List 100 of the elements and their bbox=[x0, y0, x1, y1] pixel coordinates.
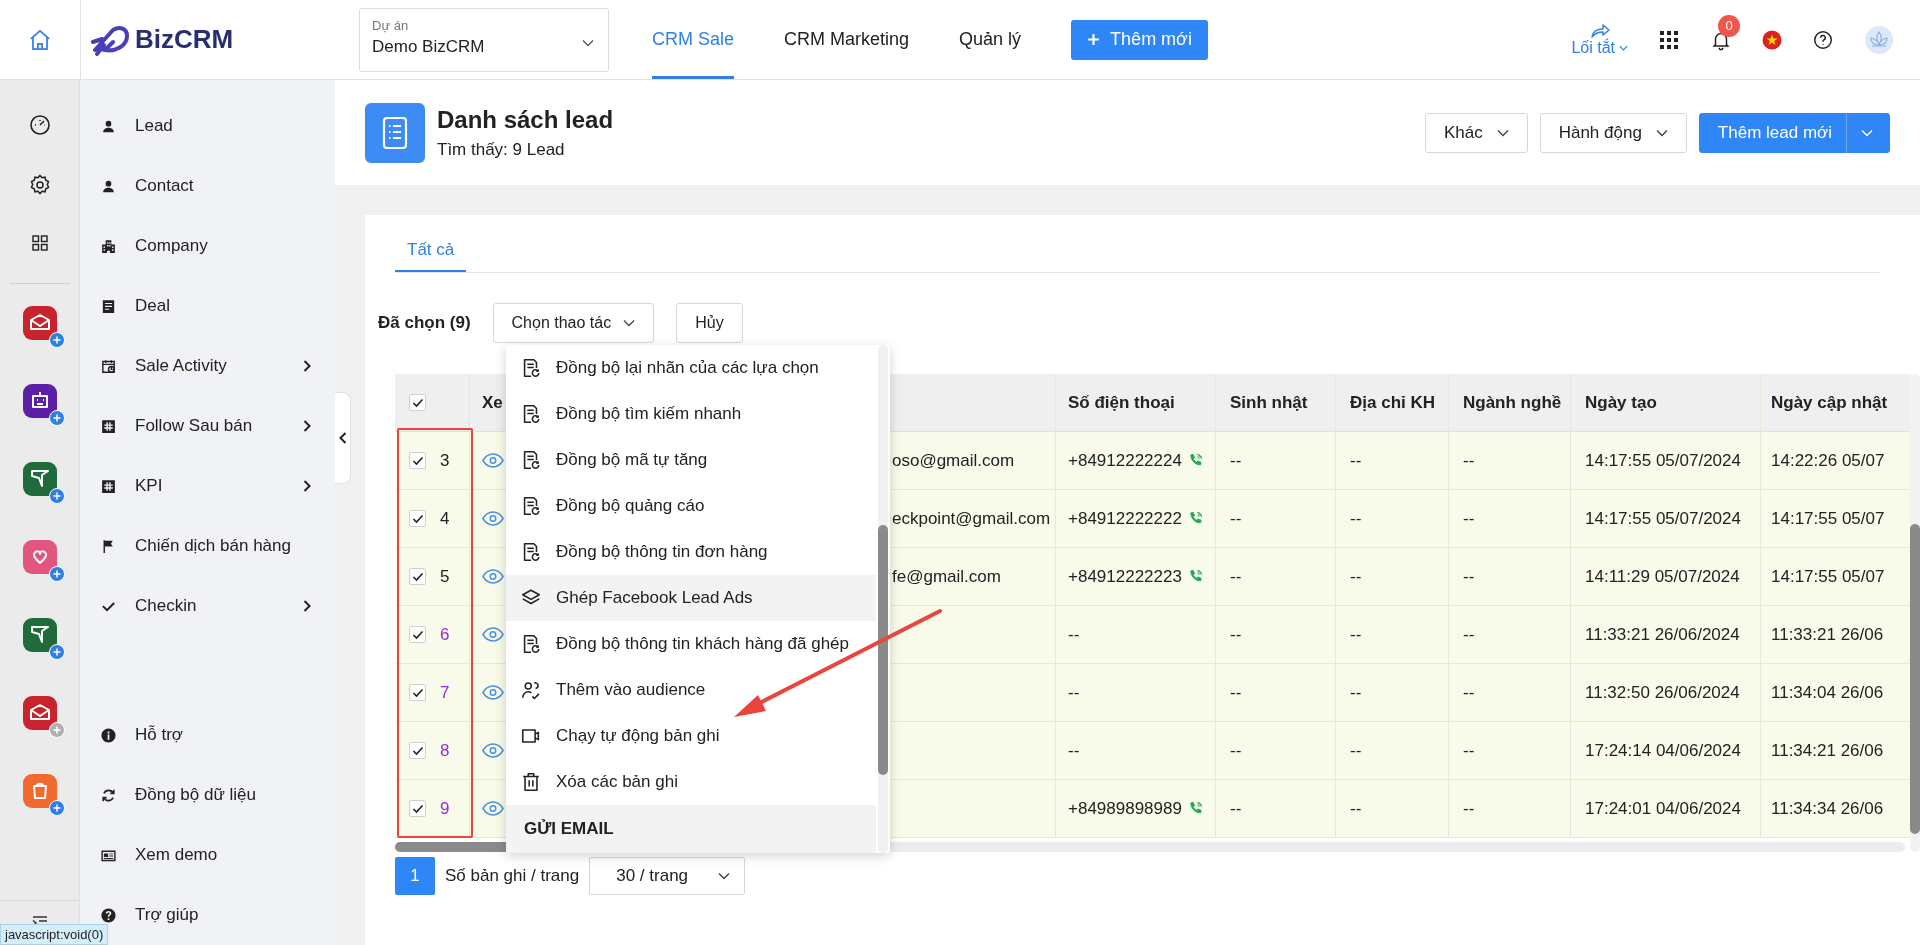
sidebar-item[interactable]: Follow Sau bán bbox=[80, 396, 335, 456]
status-link-tooltip: javascript:void(0) bbox=[0, 924, 109, 945]
phone-call-icon[interactable] bbox=[1187, 801, 1203, 816]
row-checkbox[interactable] bbox=[409, 800, 426, 817]
eye-icon[interactable] bbox=[482, 685, 504, 700]
menu-item[interactable]: Đồng bộ thông tin đơn hàng bbox=[506, 529, 876, 575]
sidebar-item[interactable]: KPI bbox=[80, 456, 335, 516]
page-button[interactable]: 1 bbox=[395, 857, 435, 895]
hash-icon bbox=[100, 417, 117, 435]
plus-icon bbox=[1087, 33, 1101, 46]
table-cell: -- bbox=[1463, 682, 1475, 703]
dropdown-button[interactable]: Hành động bbox=[1539, 112, 1687, 153]
add-new-button[interactable]: Thêm mới bbox=[1071, 19, 1208, 60]
table-cell: -- bbox=[1230, 566, 1242, 587]
sidebar-item[interactable]: Đồng bộ dữ liệu bbox=[80, 765, 335, 825]
scrollbar[interactable] bbox=[878, 345, 888, 853]
shortcut-button[interactable]: Lối tắt bbox=[1571, 22, 1628, 57]
table-cell: 17:24:14 04/06/2024 bbox=[1585, 740, 1741, 761]
checkmark-icon bbox=[411, 513, 424, 524]
sidebar-item[interactable]: Checkin bbox=[80, 576, 335, 636]
app-icon[interactable] bbox=[22, 306, 57, 340]
row-checkbox[interactable] bbox=[409, 742, 426, 759]
result-count: Tìm thấy: 9 Lead bbox=[437, 139, 566, 160]
menu-item[interactable]: Đồng bộ tìm kiếm nhanh bbox=[506, 391, 876, 437]
table-cell: -- bbox=[1463, 566, 1475, 587]
menu-item[interactable]: Đồng bộ quảng cáo bbox=[506, 483, 876, 529]
menu-item[interactable]: Đồng bộ thông tin khách hàng đã ghép bbox=[506, 621, 876, 667]
list-document-icon bbox=[365, 102, 425, 163]
menu-item[interactable]: Xóa các bản ghi bbox=[506, 759, 876, 805]
table-cell: -- bbox=[1230, 624, 1242, 645]
dropdown-button[interactable]: Khác bbox=[1424, 112, 1528, 153]
scrollbar[interactable] bbox=[1910, 374, 1920, 852]
menu-item[interactable]: Chạy tự động bản ghi bbox=[506, 713, 876, 759]
page-size-select[interactable]: 30 / trang bbox=[589, 857, 746, 895]
nav-tab[interactable]: CRM Marketing bbox=[784, 0, 910, 79]
dashboard-gauge-icon[interactable] bbox=[27, 113, 52, 137]
menu-item[interactable]: Thêm vào audience bbox=[506, 667, 876, 713]
eye-icon[interactable] bbox=[482, 511, 504, 526]
project-select[interactable]: Dự án Demo BizCRM bbox=[359, 7, 609, 72]
table-cell: 17:24:01 04/06/2024 bbox=[1585, 798, 1741, 819]
add-badge-icon[interactable] bbox=[48, 644, 65, 660]
sidebar-item[interactable]: Chiến dịch bán hàng bbox=[80, 516, 335, 576]
add-badge-icon[interactable] bbox=[48, 332, 65, 348]
eye-icon[interactable] bbox=[482, 743, 504, 758]
menu-item[interactable]: Ghép Facebook Lead Ads bbox=[506, 575, 876, 621]
select-all-checkbox[interactable] bbox=[409, 394, 426, 411]
app-icon[interactable] bbox=[22, 462, 57, 496]
add-badge-icon[interactable] bbox=[48, 488, 65, 504]
app-icon[interactable] bbox=[22, 540, 57, 574]
collapse-handle[interactable] bbox=[335, 392, 351, 484]
sidebar-item[interactable]: Lead bbox=[80, 96, 335, 156]
app-icon[interactable] bbox=[22, 774, 57, 808]
eye-icon[interactable] bbox=[482, 569, 504, 584]
phone-call-icon[interactable] bbox=[1187, 453, 1203, 468]
chevron-down-icon bbox=[1655, 128, 1668, 137]
table-cell: -- bbox=[1463, 624, 1475, 645]
nav-tab[interactable]: Quản lý bbox=[959, 0, 1022, 79]
menu-item[interactable]: Đồng bộ lại nhãn của các lựa chọn bbox=[506, 345, 876, 391]
phone-call-icon[interactable] bbox=[1187, 511, 1203, 526]
tab[interactable]: Tất cả bbox=[395, 230, 467, 272]
app-icon[interactable] bbox=[22, 384, 57, 418]
table-cell: -- bbox=[1230, 740, 1242, 761]
action-select-button[interactable]: Chọn thao tác bbox=[492, 303, 655, 343]
sidebar-item[interactable]: Deal bbox=[80, 276, 335, 336]
eye-icon[interactable] bbox=[482, 801, 504, 816]
logo-text: BizCRM bbox=[135, 24, 234, 55]
table-cell: -- bbox=[1350, 740, 1362, 761]
sidebar-item[interactable]: Sale Activity bbox=[80, 336, 335, 396]
table-cell: 14:17:55 05/07 bbox=[1771, 566, 1885, 587]
flag-vietnam-icon[interactable] bbox=[1762, 29, 1782, 50]
eye-icon[interactable] bbox=[482, 453, 504, 468]
grid-icon[interactable] bbox=[29, 233, 50, 253]
add-lead-button[interactable]: Thêm lead mới bbox=[1698, 112, 1890, 153]
table-cell: 11:34:21 26/06 bbox=[1771, 740, 1884, 761]
add-badge-icon[interactable] bbox=[48, 722, 65, 738]
phone-cell: -- bbox=[1068, 740, 1080, 761]
sidebar-item[interactable]: Xem demo bbox=[80, 825, 335, 885]
app-icon[interactable] bbox=[22, 618, 57, 652]
row-number: 7 bbox=[440, 682, 450, 703]
row-checkbox[interactable] bbox=[409, 452, 426, 469]
add-badge-icon[interactable] bbox=[48, 800, 65, 816]
add-badge-icon[interactable] bbox=[48, 566, 65, 582]
phone-call-icon[interactable] bbox=[1187, 569, 1203, 584]
row-checkbox[interactable] bbox=[409, 684, 426, 701]
cancel-button[interactable]: Hủy bbox=[676, 303, 743, 343]
chevron-down-icon bbox=[718, 872, 731, 880]
row-checkbox[interactable] bbox=[409, 568, 426, 585]
row-checkbox[interactable] bbox=[409, 510, 426, 527]
column-header: Ngày cập nhật bbox=[1771, 392, 1888, 413]
add-badge-icon[interactable] bbox=[48, 410, 65, 426]
sidebar-item[interactable]: Hỗ trợ bbox=[80, 705, 335, 765]
row-checkbox[interactable] bbox=[409, 626, 426, 643]
eye-icon[interactable] bbox=[482, 627, 504, 642]
sidebar-item[interactable]: Contact bbox=[80, 156, 335, 216]
app-icon[interactable] bbox=[22, 696, 57, 730]
menu-item[interactable]: Đồng bộ mã tự tăng bbox=[506, 437, 876, 483]
apps-grid-icon[interactable] bbox=[1658, 28, 1680, 51]
help-icon[interactable] bbox=[1812, 28, 1834, 51]
table-cell: 11:33:21 26/06/2024 bbox=[1585, 624, 1740, 645]
sidebar-item[interactable]: Company bbox=[80, 216, 335, 276]
